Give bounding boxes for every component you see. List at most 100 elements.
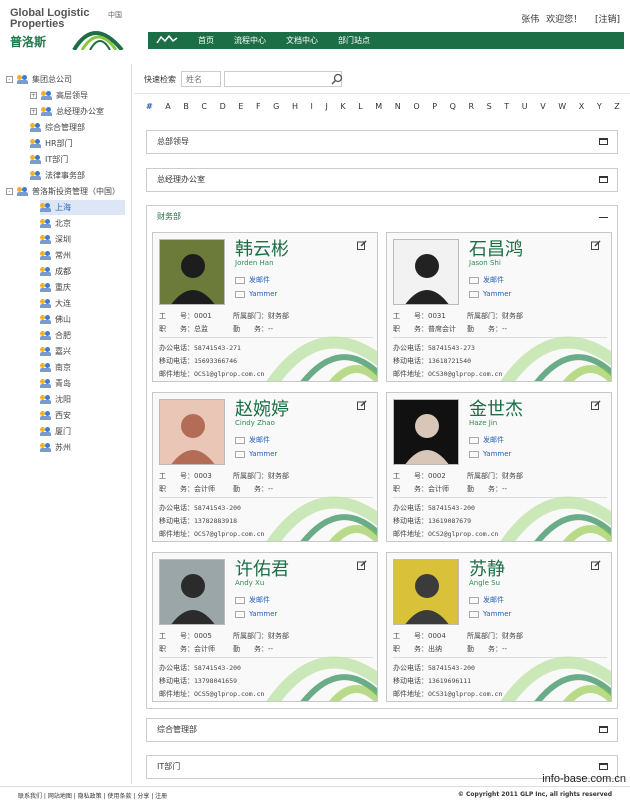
edit-icon[interactable]	[591, 560, 601, 570]
tree-node[interactable]: 常州	[40, 248, 71, 263]
alphabet-letter[interactable]: P	[432, 102, 437, 111]
tree-node[interactable]: - 集团总公司	[6, 72, 72, 87]
alphabet-letter[interactable]: J	[325, 102, 327, 111]
avatar[interactable]	[159, 239, 225, 305]
alphabet-letter[interactable]: I	[311, 102, 313, 111]
send-email-link[interactable]: 发邮件	[469, 275, 504, 285]
alphabet-letter[interactable]: Y	[597, 102, 602, 111]
collapse-toggle-icon[interactable]: -	[6, 188, 13, 195]
tree-node[interactable]: 大连	[40, 296, 71, 311]
contact-chinese-name[interactable]: 金世杰	[469, 395, 523, 421]
collapse-icon[interactable]	[599, 217, 608, 218]
tree-node[interactable]: 上海	[40, 200, 125, 215]
expand-icon[interactable]	[599, 726, 608, 733]
tree-node[interactable]: 深圳	[40, 232, 71, 247]
tree-node[interactable]: 西安	[40, 408, 71, 423]
expand-toggle-icon[interactable]: +	[30, 92, 37, 99]
name-search-input[interactable]	[181, 71, 221, 87]
tree-node[interactable]: HR部门	[30, 136, 73, 151]
logout-link[interactable]: [注销]	[595, 15, 620, 25]
tree-node[interactable]: 佛山	[40, 312, 71, 327]
tree-node[interactable]: + 高层领导	[30, 88, 88, 103]
alphabet-letter[interactable]: R	[469, 102, 475, 111]
edit-icon[interactable]	[591, 240, 601, 250]
contact-chinese-name[interactable]: 赵婉婷	[235, 395, 289, 421]
expand-icon[interactable]	[599, 176, 608, 183]
expand-icon[interactable]	[599, 138, 608, 145]
send-email-link[interactable]: 发邮件	[235, 435, 270, 445]
alphabet-letter[interactable]: G	[273, 102, 279, 111]
alphabet-letter[interactable]: T	[504, 102, 509, 111]
send-email-link[interactable]: 发邮件	[469, 435, 504, 445]
section-hq-leaders[interactable]: 总部领导	[146, 130, 618, 154]
avatar[interactable]	[393, 559, 459, 625]
yammer-link[interactable]: Yammer	[235, 290, 277, 298]
tree-node[interactable]: + 总经理办公室	[30, 104, 104, 119]
collapse-toggle-icon[interactable]: -	[6, 76, 13, 83]
section-gm-office[interactable]: 总经理办公室	[146, 168, 618, 192]
tree-node[interactable]: 合肥	[40, 328, 71, 343]
tree-node[interactable]: 北京	[40, 216, 71, 231]
alphabet-letter[interactable]: M	[375, 102, 382, 111]
tree-node[interactable]: 苏州	[40, 440, 71, 455]
avatar[interactable]	[393, 239, 459, 305]
send-email-link[interactable]: 发邮件	[235, 275, 270, 285]
tree-node[interactable]: 成都	[40, 264, 71, 279]
alphabet-letter[interactable]: K	[340, 102, 345, 111]
nav-item[interactable]: 首页	[188, 32, 224, 49]
avatar[interactable]	[393, 399, 459, 465]
edit-icon[interactable]	[591, 400, 601, 410]
yammer-link[interactable]: Yammer	[235, 610, 277, 618]
expand-toggle-icon[interactable]: +	[30, 108, 37, 115]
nav-item[interactable]: 文档中心	[276, 32, 328, 49]
alphabet-letter[interactable]: F	[256, 102, 261, 111]
contact-chinese-name[interactable]: 韩云彬	[235, 235, 289, 261]
tree-node[interactable]: 重庆	[40, 280, 71, 295]
alphabet-letter[interactable]: V	[540, 102, 545, 111]
yammer-link[interactable]: Yammer	[469, 290, 511, 298]
company-logo[interactable]: Global Logistic Properties 普洛斯 中国	[10, 8, 130, 52]
tree-node[interactable]: 综合管理部	[30, 120, 85, 135]
alphabet-letter[interactable]: C	[201, 102, 207, 111]
contact-chinese-name[interactable]: 许佑君	[235, 555, 289, 581]
alphabet-letter[interactable]: E	[238, 102, 243, 111]
alphabet-letter[interactable]: W	[558, 102, 566, 111]
tree-node[interactable]: 厦门	[40, 424, 71, 439]
tree-node[interactable]: 青岛	[40, 376, 71, 391]
footer-links[interactable]: 联系我们 | 网站地图 | 隐私政策 | 使用条款 | 分享 | 注册	[18, 791, 167, 800]
alphabet-letter[interactable]: A	[165, 102, 170, 111]
alphabet-letter[interactable]: H	[292, 102, 298, 111]
tree-node[interactable]: 嘉兴	[40, 344, 71, 359]
alphabet-letter[interactable]: S	[487, 102, 492, 111]
tree-node[interactable]: 法律事务部	[30, 168, 85, 183]
alphabet-letter[interactable]: O	[413, 102, 419, 111]
alphabet-letter[interactable]: D	[220, 102, 226, 111]
send-email-link[interactable]: 发邮件	[235, 595, 270, 605]
keyword-search-input[interactable]	[224, 71, 342, 87]
alphabet-letter[interactable]: U	[522, 102, 528, 111]
yammer-link[interactable]: Yammer	[235, 450, 277, 458]
alphabet-letter[interactable]: L	[358, 102, 362, 111]
user-name[interactable]: 张伟	[521, 15, 539, 25]
alphabet-letter[interactable]: B	[183, 102, 189, 111]
tree-node[interactable]: IT部门	[30, 152, 68, 167]
tree-node[interactable]: 南京	[40, 360, 71, 375]
tree-node[interactable]: - 普洛斯投资管理（中国）	[6, 184, 120, 199]
edit-icon[interactable]	[357, 240, 367, 250]
alphabet-letter[interactable]: X	[579, 102, 584, 111]
section-general-mgmt[interactable]: 综合管理部	[146, 718, 618, 742]
nav-item[interactable]: 流程中心	[224, 32, 276, 49]
yammer-link[interactable]: Yammer	[469, 450, 511, 458]
alphabet-letter[interactable]: Q	[450, 102, 456, 111]
edit-icon[interactable]	[357, 400, 367, 410]
avatar[interactable]	[159, 559, 225, 625]
tree-node[interactable]: 沈阳	[40, 392, 71, 407]
contact-chinese-name[interactable]: 苏静	[469, 555, 505, 581]
search-icon[interactable]	[331, 73, 343, 85]
edit-icon[interactable]	[357, 560, 367, 570]
avatar[interactable]	[159, 399, 225, 465]
contact-chinese-name[interactable]: 石昌鸿	[469, 235, 523, 261]
alphabet-letter[interactable]: Z	[614, 102, 619, 111]
expand-icon[interactable]	[599, 763, 608, 770]
alphabet-letter[interactable]: N	[395, 102, 401, 111]
